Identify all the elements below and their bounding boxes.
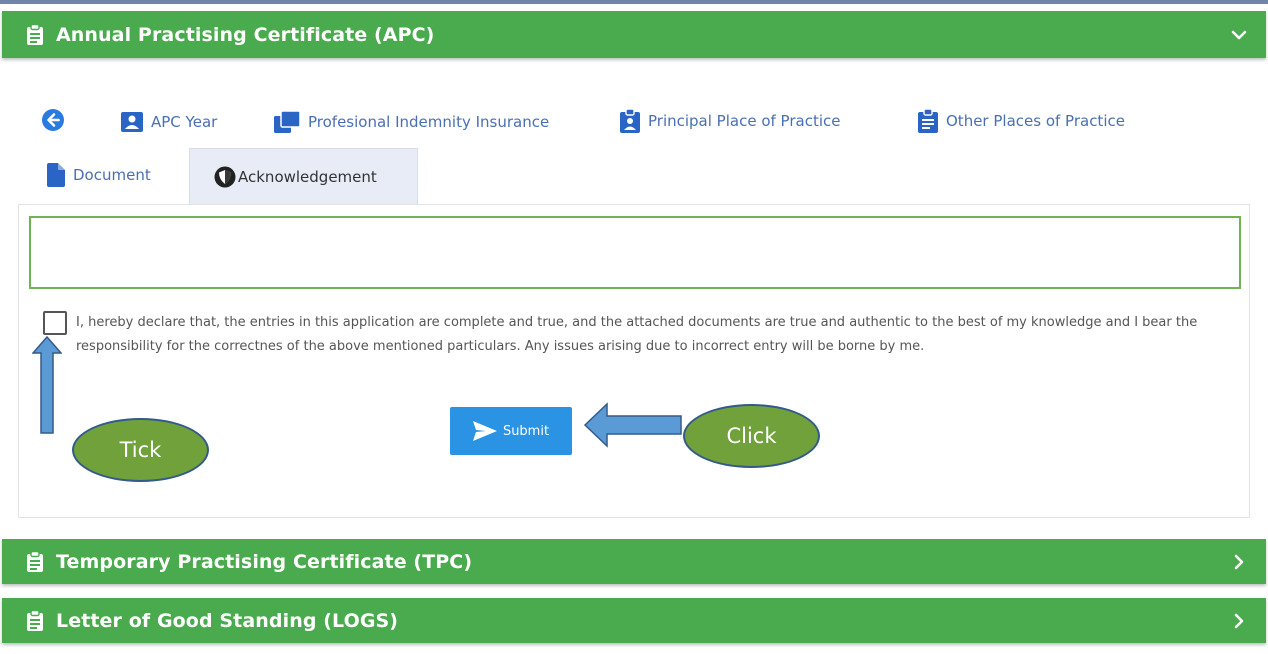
tab-principal-place[interactable]: Principal Place of Practice [620,109,840,133]
tab-label: Document [73,166,151,184]
apc-panel-header[interactable]: Annual Practising Certificate (APC) [2,11,1266,58]
page: Annual Practising Certificate (APC) APC … [0,0,1268,654]
tab-acknowledgement[interactable]: Acknowledgement [189,148,418,205]
clipboard-list-icon [27,23,43,45]
chevron-right-icon[interactable] [1230,612,1248,630]
submit-label: Submit [502,423,550,439]
submit-button[interactable]: Submit [450,407,572,455]
clipboard-list-icon [918,109,938,133]
logs-panel-header[interactable]: Letter of Good Standing (LOGS) [2,598,1266,643]
tab-label: Principal Place of Practice [648,112,841,130]
chevron-right-icon[interactable] [1230,553,1248,571]
annotation-click-label: Click [726,424,777,448]
paper-plane-icon [472,421,497,441]
tab-document[interactable]: Document [47,163,151,187]
tab-label: Profesional Indemnity Insurance [308,113,550,131]
file-icon [47,163,65,187]
back-arrow-icon[interactable] [41,108,65,132]
clone-icon [274,111,300,133]
annotation-left-arrow [583,402,682,448]
id-badge-icon [121,112,143,132]
tpc-panel-title: Temporary Practising Certificate (TPC) [56,550,473,573]
clipboard-list-icon [27,609,43,631]
annotation-tick-callout: Tick [72,418,209,482]
clipboard-list-icon [27,550,43,572]
acknowledgement-field[interactable] [29,216,1241,289]
annotation-up-arrow [32,336,62,434]
chevron-down-icon[interactable] [1230,26,1248,44]
tpc-panel-header[interactable]: Temporary Practising Certificate (TPC) [2,539,1266,584]
annotation-click-callout: Click [683,404,820,468]
apc-panel-title: Annual Practising Certificate (APC) [56,23,435,46]
declaration-text: I, hereby declare that, the entries in t… [76,315,1198,354]
tab-apc-year[interactable]: APC Year [121,112,217,132]
tab-indemnity-insurance[interactable]: Profesional Indemnity Insurance [274,111,549,133]
tab-label: Acknowledgement [238,168,377,186]
tab-label: Other Places of Practice [946,112,1125,130]
shield-icon [214,166,236,188]
top-rule [0,0,1268,4]
tab-other-places[interactable]: Other Places of Practice [918,109,1125,133]
tab-label: APC Year [151,113,218,131]
declaration-checkbox[interactable] [43,311,67,335]
clipboard-user-icon [620,109,640,133]
logs-panel-title: Letter of Good Standing (LOGS) [56,609,399,632]
annotation-tick-label: Tick [119,438,162,462]
